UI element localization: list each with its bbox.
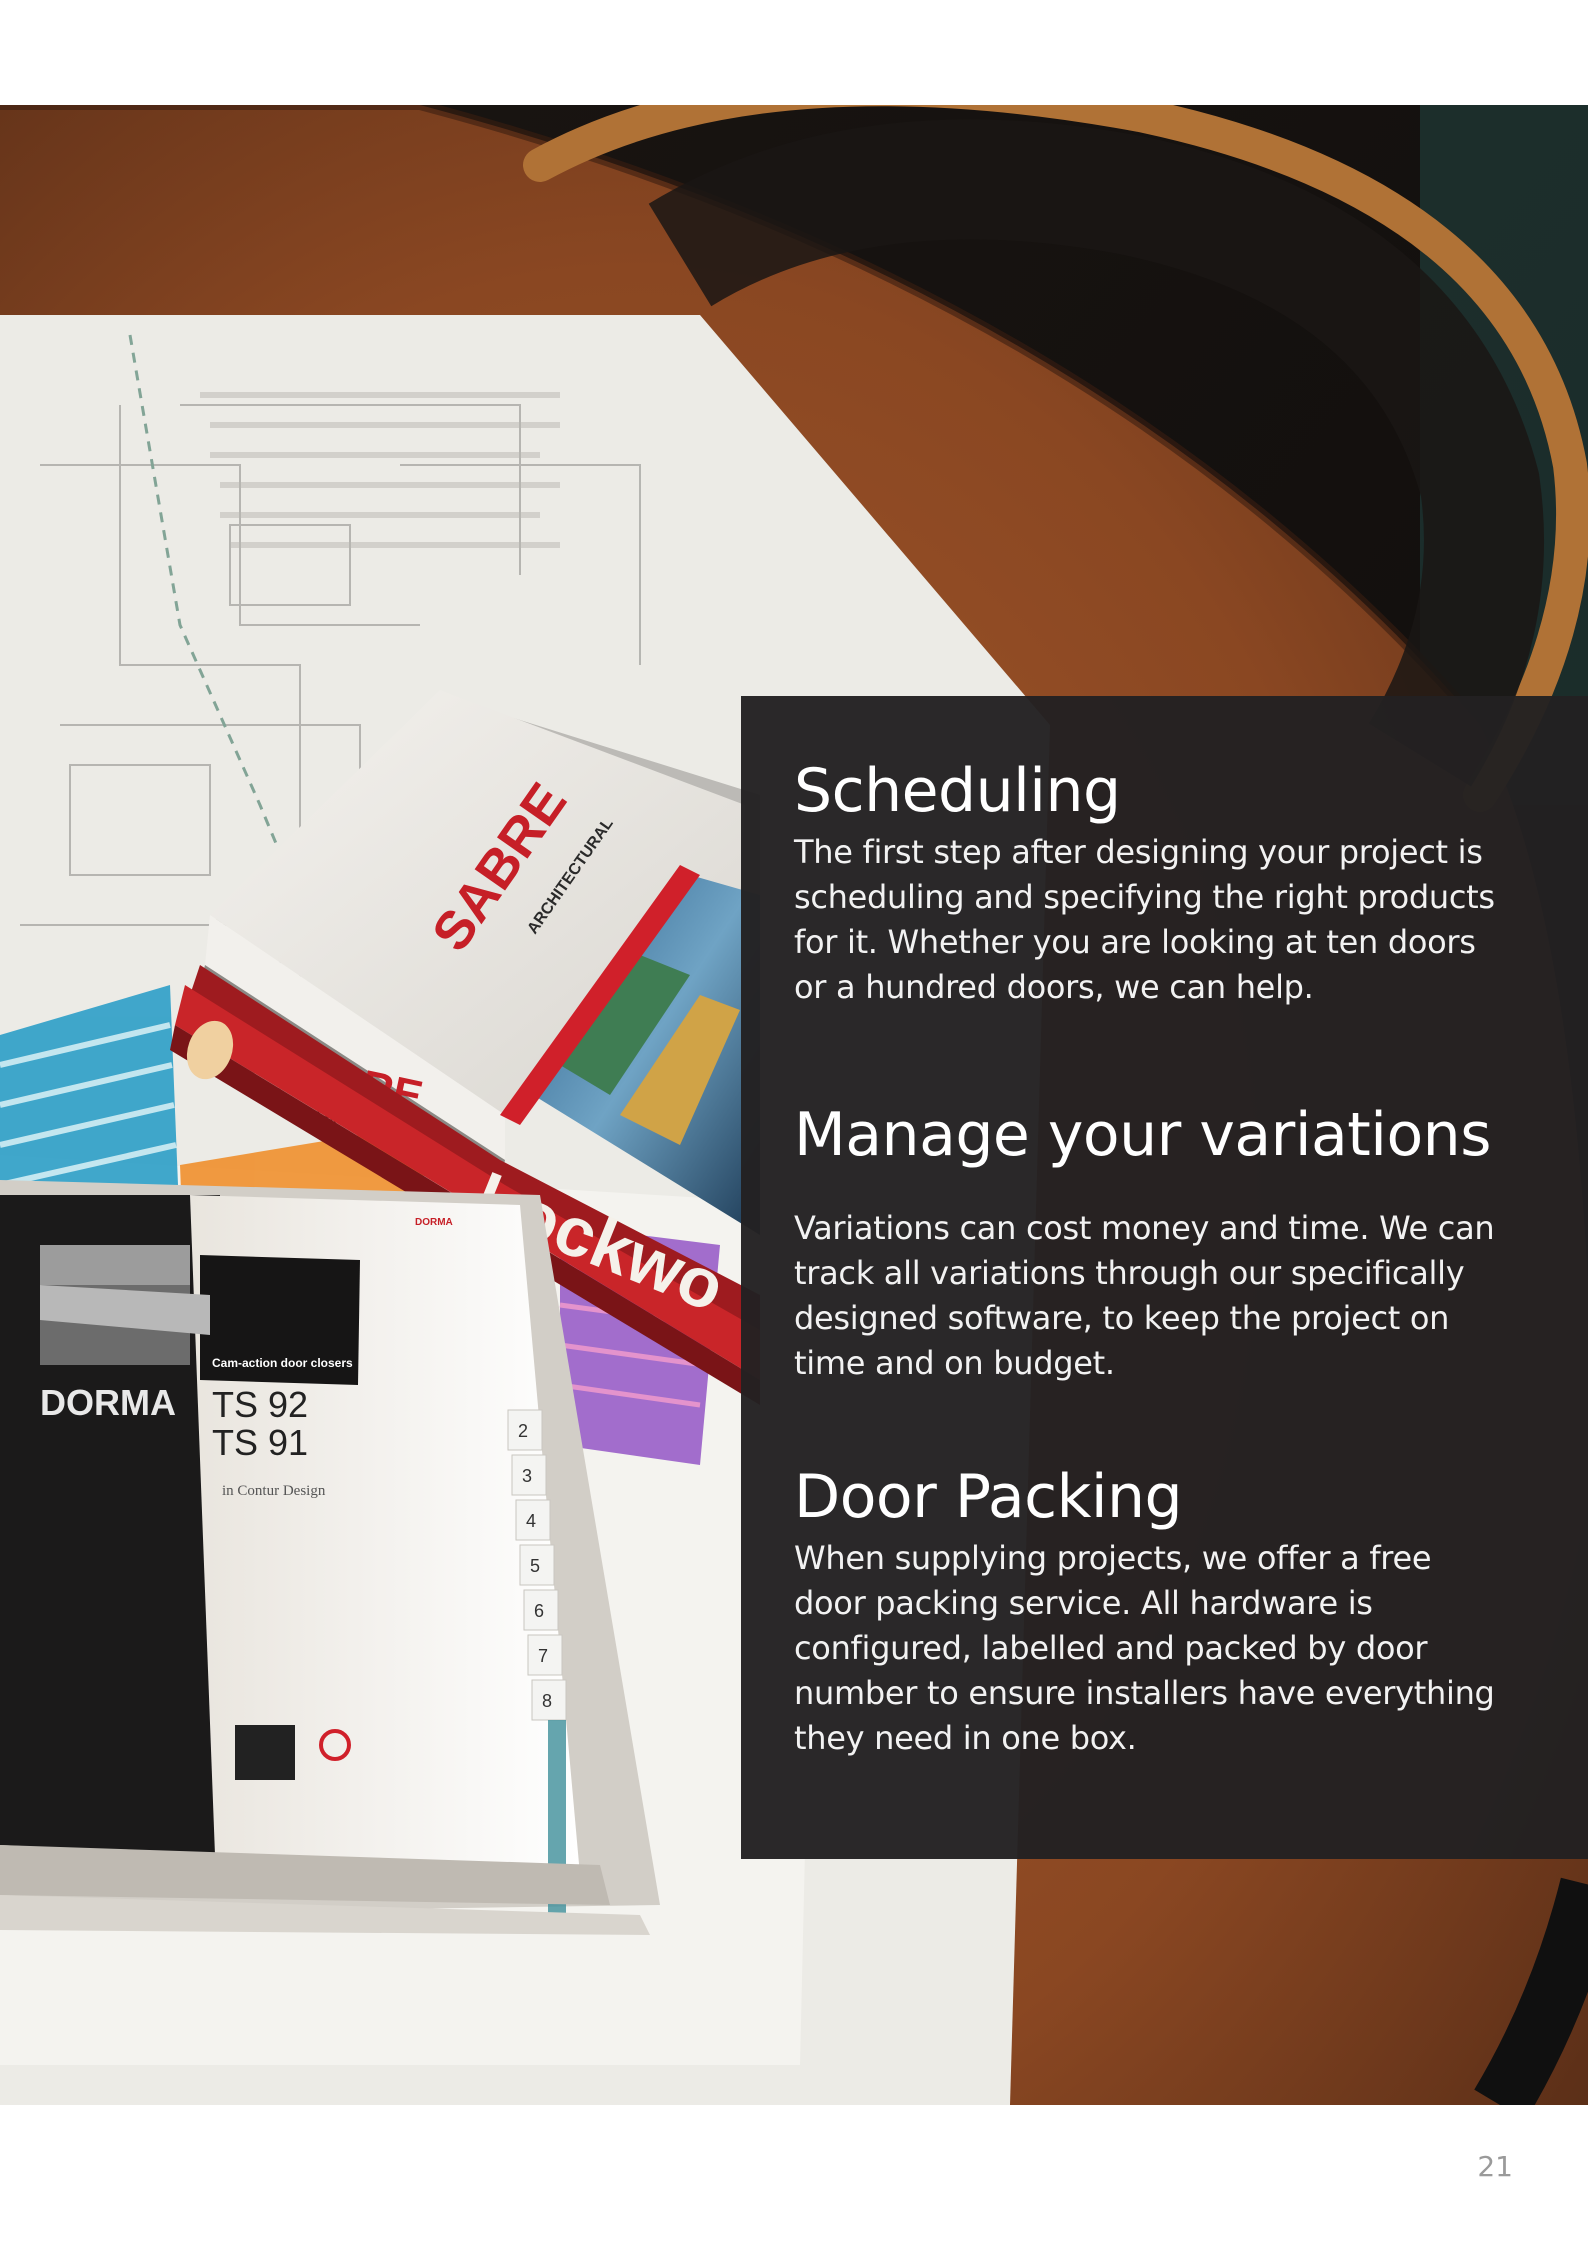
section-door-packing: Door Packing When supplying projects, we… xyxy=(794,1464,1508,1761)
dorma-logo: DORMA xyxy=(40,1382,176,1423)
index-tab-label: 5 xyxy=(530,1556,540,1576)
dorma-badge: DORMA xyxy=(415,1217,453,1228)
section-body: Variations can cost money and time. We c… xyxy=(794,1209,1495,1382)
index-tab-label: 4 xyxy=(526,1511,536,1531)
index-tab-label: 6 xyxy=(534,1601,544,1621)
section-body: When supplying projects, we offer a free… xyxy=(794,1539,1495,1757)
section-title: Manage your variations xyxy=(794,1100,1491,1170)
brochure-page: SABRE ARCHITECTURAL SABRE ARCHITECTURAL … xyxy=(0,0,1588,2246)
page-number: 21 xyxy=(1477,2150,1513,2183)
section-title: Door Packing xyxy=(794,1462,1183,1532)
section-scheduling: Scheduling The first step after designin… xyxy=(794,758,1508,1010)
index-tab-label: 8 xyxy=(542,1691,552,1711)
section-title: Scheduling xyxy=(794,756,1121,826)
index-tab-label: 7 xyxy=(538,1646,548,1666)
dorma-design-line: in Contur Design xyxy=(222,1483,326,1499)
index-tab-label: 3 xyxy=(522,1466,532,1486)
services-panel: Scheduling The first step after designin… xyxy=(741,696,1588,1859)
dorma-model-2: TS 91 xyxy=(212,1422,308,1463)
dorma-caption: Cam-action door closers xyxy=(212,1356,353,1370)
section-manage-variations: Manage your variations Variations can co… xyxy=(794,1102,1508,1386)
index-tab-label: 2 xyxy=(518,1421,528,1441)
section-body: The first step after designing your proj… xyxy=(794,833,1495,1006)
dorma-model-1: TS 92 xyxy=(212,1384,308,1425)
